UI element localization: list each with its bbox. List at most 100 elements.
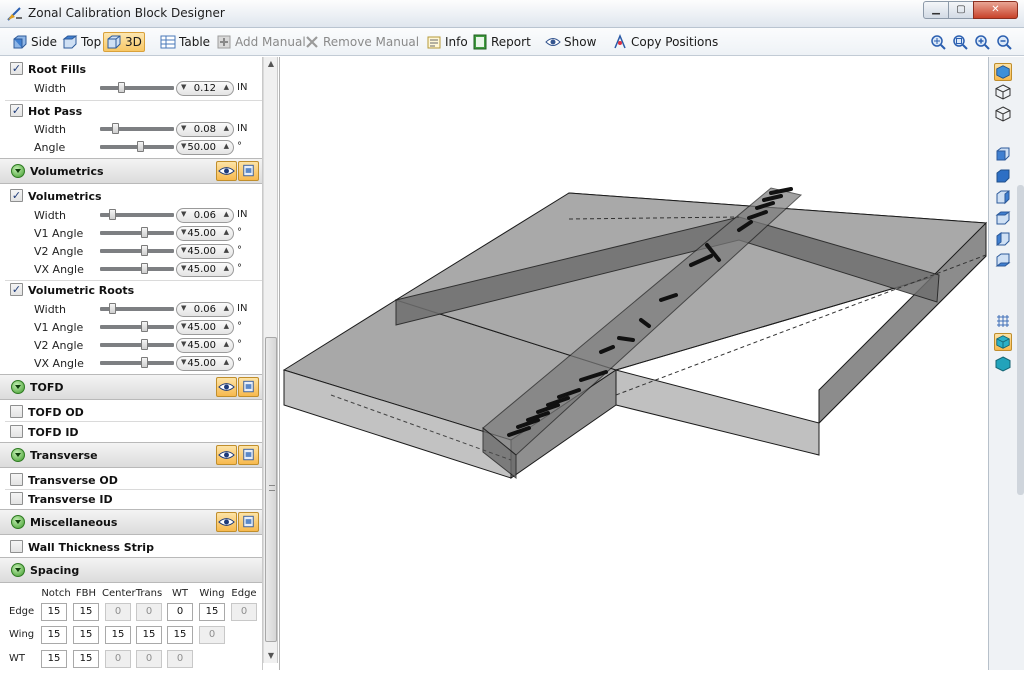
right-view-icon[interactable] bbox=[994, 209, 1012, 227]
slider-thumb[interactable] bbox=[141, 263, 148, 274]
spacing-cell[interactable]: 15 bbox=[73, 626, 99, 644]
root-fills-width-slider[interactable] bbox=[100, 82, 174, 93]
slider-thumb[interactable] bbox=[141, 321, 148, 332]
section-spacing[interactable]: Spacing bbox=[0, 557, 262, 583]
volumetric-roots-v2-spinner[interactable]: ▼ 45.00 ▲ bbox=[176, 338, 234, 353]
spacing-cell[interactable]: 15 bbox=[105, 626, 131, 644]
spin-down-icon[interactable]: ▼ bbox=[181, 246, 186, 254]
wire-cube-icon[interactable] bbox=[994, 105, 1012, 123]
expand-icon[interactable] bbox=[11, 515, 25, 529]
slider-thumb[interactable] bbox=[141, 357, 148, 368]
hot-pass-width-slider[interactable] bbox=[100, 123, 174, 134]
volumetric-roots-width-spinner[interactable]: ▼ 0.06 ▲ bbox=[176, 302, 234, 317]
spin-up-icon[interactable]: ▲ bbox=[224, 83, 229, 91]
scroll-down-icon[interactable]: ▼ bbox=[264, 649, 278, 663]
capture-toggle[interactable] bbox=[238, 377, 259, 397]
side-view-button[interactable]: Side bbox=[10, 32, 59, 52]
capture-toggle[interactable] bbox=[238, 512, 259, 532]
spin-up-icon[interactable]: ▲ bbox=[224, 124, 229, 132]
hot-pass-angle-slider[interactable] bbox=[100, 141, 174, 152]
volumetrics-vx-slider[interactable] bbox=[100, 263, 174, 274]
volumetrics-width-spinner[interactable]: ▼ 0.06 ▲ bbox=[176, 208, 234, 223]
volumetrics-width-slider[interactable] bbox=[100, 209, 174, 220]
root-fills-checkbox[interactable]: ✓ bbox=[10, 62, 23, 75]
tofd-od-checkbox[interactable] bbox=[10, 405, 23, 418]
zoom-extents-icon[interactable] bbox=[930, 34, 946, 50]
copy-positions-button[interactable]: Copy Positions bbox=[610, 32, 720, 52]
slider-thumb[interactable] bbox=[112, 123, 119, 134]
spacing-cell[interactable]: 15 bbox=[136, 626, 162, 644]
remove-manual-button[interactable]: Remove Manual bbox=[302, 32, 421, 52]
volumetrics-v1-spinner[interactable]: ▼ 45.00 ▲ bbox=[176, 226, 234, 241]
properties-scrollbar[interactable]: ▲ ▼ bbox=[263, 57, 278, 663]
spin-up-icon[interactable]: ▲ bbox=[224, 264, 229, 272]
visibility-toggle[interactable] bbox=[216, 512, 237, 532]
slider-thumb[interactable] bbox=[137, 141, 144, 152]
spacing-cell[interactable]: 15 bbox=[41, 603, 67, 621]
volumetric-roots-v1-spinner[interactable]: ▼ 45.00 ▲ bbox=[176, 320, 234, 335]
show-button[interactable]: Show bbox=[543, 32, 598, 52]
spin-down-icon[interactable]: ▼ bbox=[181, 210, 186, 218]
wall-thickness-strip-checkbox[interactable] bbox=[10, 540, 23, 553]
spin-up-icon[interactable]: ▲ bbox=[224, 210, 229, 218]
spin-down-icon[interactable]: ▼ bbox=[181, 228, 186, 236]
slider-thumb[interactable] bbox=[141, 227, 148, 238]
capture-toggle[interactable] bbox=[238, 445, 259, 465]
spacing-cell[interactable]: 0 bbox=[167, 603, 193, 621]
hot-pass-angle-spinner[interactable]: ▼ 50.00 ▲ bbox=[176, 140, 234, 155]
scroll-up-icon[interactable]: ▲ bbox=[264, 57, 278, 71]
spin-down-icon[interactable]: ▼ bbox=[181, 340, 186, 348]
3d-viewport[interactable] bbox=[279, 57, 988, 670]
spacing-cell[interactable]: 15 bbox=[41, 650, 67, 668]
spin-up-icon[interactable]: ▲ bbox=[224, 246, 229, 254]
expand-icon[interactable] bbox=[11, 164, 25, 178]
spin-down-icon[interactable]: ▼ bbox=[181, 264, 186, 272]
spin-up-icon[interactable]: ▲ bbox=[224, 340, 229, 348]
maximize-button[interactable]: ▢ bbox=[948, 1, 974, 19]
zoom-out-icon[interactable] bbox=[996, 34, 1012, 50]
spin-up-icon[interactable]: ▲ bbox=[224, 304, 229, 312]
grid-icon[interactable] bbox=[994, 312, 1012, 330]
zoom-window-icon[interactable] bbox=[952, 34, 968, 50]
visibility-toggle[interactable] bbox=[216, 377, 237, 397]
back-view-icon[interactable] bbox=[994, 167, 1012, 185]
spin-down-icon[interactable]: ▼ bbox=[181, 142, 186, 150]
slider-thumb[interactable] bbox=[118, 82, 125, 93]
expand-icon[interactable] bbox=[11, 380, 25, 394]
view-toolbar-scrollbar[interactable] bbox=[1017, 185, 1024, 495]
spin-up-icon[interactable]: ▲ bbox=[224, 322, 229, 330]
root-fills-width-spinner[interactable]: ▼ 0.12 ▲ bbox=[176, 81, 234, 96]
transverse-id-checkbox[interactable] bbox=[10, 492, 23, 505]
spacing-cell[interactable]: 15 bbox=[41, 626, 67, 644]
volumetrics-v2-spinner[interactable]: ▼ 45.00 ▲ bbox=[176, 244, 234, 259]
volumetric-roots-v1-slider[interactable] bbox=[100, 321, 174, 332]
capture-toggle[interactable] bbox=[238, 161, 259, 181]
slider-thumb[interactable] bbox=[109, 209, 116, 220]
volumetric-roots-width-slider[interactable] bbox=[100, 303, 174, 314]
spin-up-icon[interactable]: ▲ bbox=[224, 142, 229, 150]
bottom-view-icon[interactable] bbox=[994, 251, 1012, 269]
solid-view-icon[interactable] bbox=[994, 355, 1012, 373]
spin-up-icon[interactable]: ▲ bbox=[224, 358, 229, 366]
expand-icon[interactable] bbox=[11, 563, 25, 577]
info-button[interactable]: Info bbox=[424, 32, 470, 52]
expand-icon[interactable] bbox=[11, 448, 25, 462]
minimize-button[interactable]: ▁ bbox=[923, 1, 949, 19]
slider-thumb[interactable] bbox=[141, 339, 148, 350]
section-miscellaneous[interactable]: Miscellaneous bbox=[0, 509, 262, 535]
volumetrics-checkbox[interactable]: ✓ bbox=[10, 189, 23, 202]
section-tofd[interactable]: TOFD bbox=[0, 374, 262, 400]
hot-pass-width-spinner[interactable]: ▼ 0.08 ▲ bbox=[176, 122, 234, 137]
visibility-toggle[interactable] bbox=[216, 161, 237, 181]
top-view-button[interactable]: Top bbox=[60, 32, 103, 52]
volumetrics-vx-spinner[interactable]: ▼ 45.00 ▲ bbox=[176, 262, 234, 277]
spin-down-icon[interactable]: ▼ bbox=[181, 304, 186, 312]
volumetric-roots-checkbox[interactable]: ✓ bbox=[10, 283, 23, 296]
top-view-icon[interactable] bbox=[994, 230, 1012, 248]
slider-thumb[interactable] bbox=[141, 245, 148, 256]
scroll-thumb[interactable] bbox=[265, 337, 277, 642]
left-view-icon[interactable] bbox=[994, 188, 1012, 206]
zoom-in-icon[interactable] bbox=[974, 34, 990, 50]
report-button[interactable]: Report bbox=[470, 32, 533, 52]
volumetrics-v1-slider[interactable] bbox=[100, 227, 174, 238]
